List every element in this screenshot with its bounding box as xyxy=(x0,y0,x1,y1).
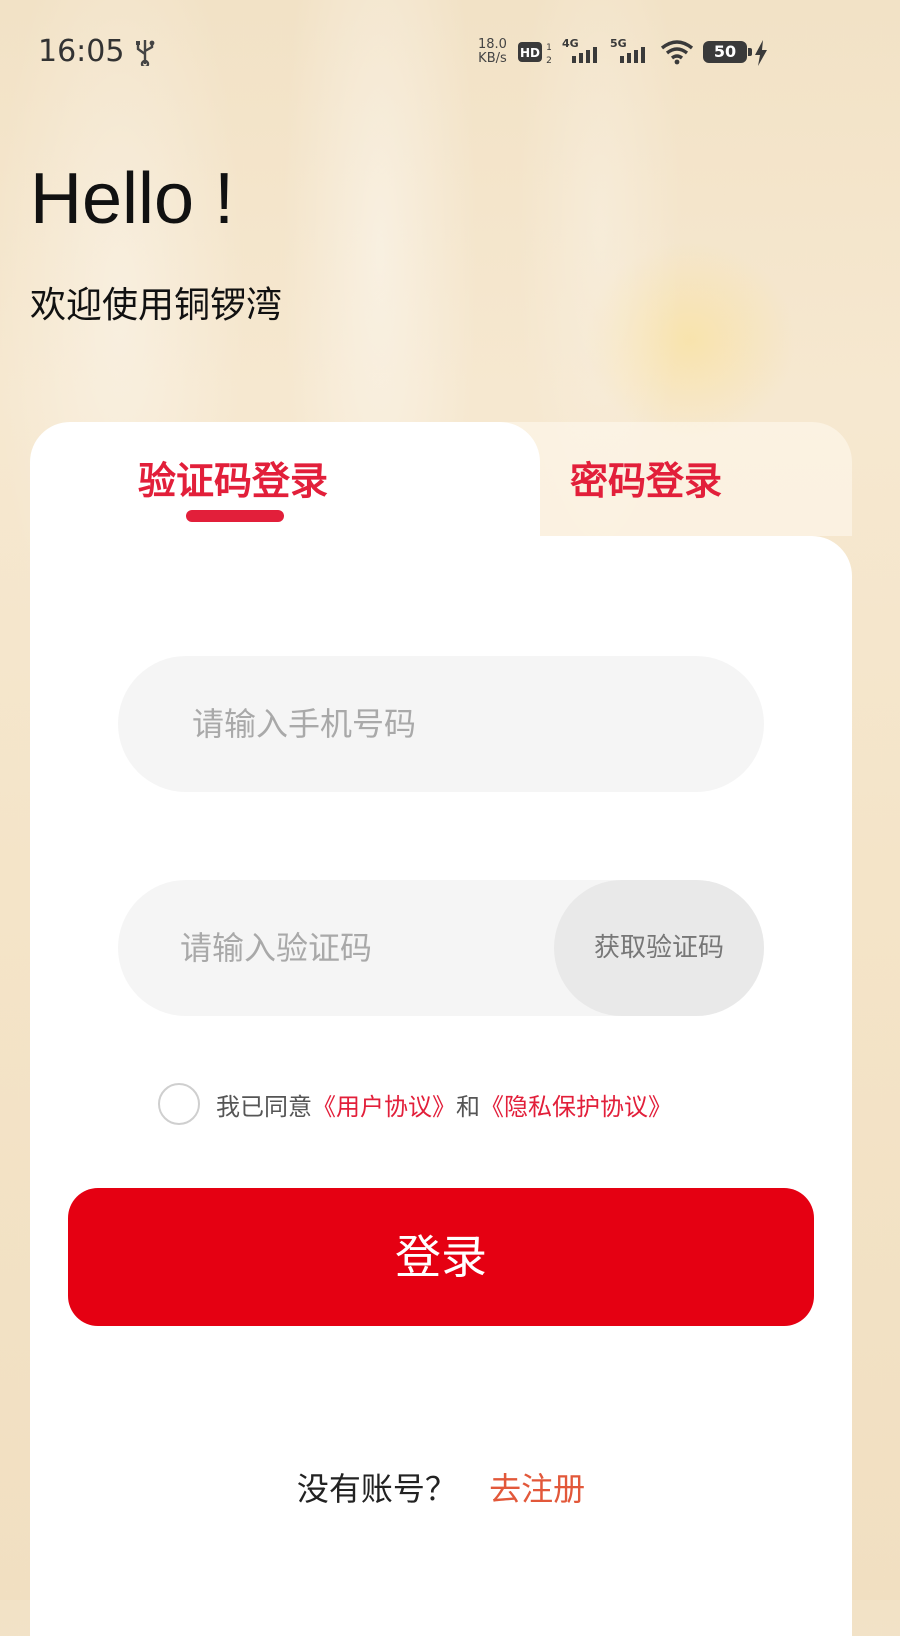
hd-icon: HD 1 2 xyxy=(518,42,552,66)
agreement-checkbox[interactable] xyxy=(158,1083,200,1125)
login-button[interactable]: 登录 xyxy=(68,1188,814,1326)
login-card: 验证码登录 密码登录 获取验证码 我已同意 《用户协议》 和 《隐私保护协议》 … xyxy=(30,422,852,1636)
network-speed: 18.0 KB/s xyxy=(478,38,507,66)
no-account-prompt: 没有账号？ xyxy=(296,1470,457,1508)
agreement-conjunction: 和 xyxy=(456,1092,480,1121)
network-speed-unit: KB/s xyxy=(478,51,507,66)
user-agreement-link[interactable]: 《用户协议》 xyxy=(312,1087,456,1122)
tab-sms-login[interactable]: 验证码登录 xyxy=(138,450,328,505)
signal-5g-icon: 5G xyxy=(610,37,645,63)
network-speed-value: 18.0 xyxy=(478,37,507,52)
register-link[interactable]: 去注册 xyxy=(489,1470,585,1508)
status-time: 16:05 xyxy=(38,34,125,69)
greeting-title: Hello ! xyxy=(30,159,235,239)
tab-password-login[interactable]: 密码登录 xyxy=(570,450,722,505)
verification-code-row: 获取验证码 xyxy=(118,880,764,1016)
verification-code-input[interactable] xyxy=(118,880,548,1016)
register-row: 没有账号？ 去注册 xyxy=(30,1464,852,1510)
tab-active-indicator xyxy=(186,510,284,522)
signal-5g-label: 5G xyxy=(610,37,627,50)
svg-text:1: 1 xyxy=(546,43,552,53)
signal-4g-icon: 4G xyxy=(562,37,597,63)
agreement-row: 我已同意 《用户协议》 和 《隐私保护协议》 xyxy=(158,1082,672,1126)
charging-bolt-icon xyxy=(755,40,767,66)
signal-4g-label: 4G xyxy=(562,37,579,50)
welcome-subtitle: 欢迎使用铜锣湾 xyxy=(30,285,283,326)
get-code-button[interactable]: 获取验证码 xyxy=(554,880,764,1016)
hd-label: HD xyxy=(520,46,540,60)
usb-icon xyxy=(136,40,155,66)
wifi-icon xyxy=(660,40,694,65)
phone-number-input[interactable] xyxy=(118,656,764,792)
privacy-agreement-link[interactable]: 《隐私保护协议》 xyxy=(480,1087,672,1122)
battery-icon: 50 xyxy=(703,41,752,63)
status-bar: 16:05 18.0 KB/s HD 1 2 4G 5G 50 xyxy=(0,0,900,106)
svg-text:2: 2 xyxy=(546,56,552,66)
agreement-prefix: 我已同意 xyxy=(216,1092,312,1121)
